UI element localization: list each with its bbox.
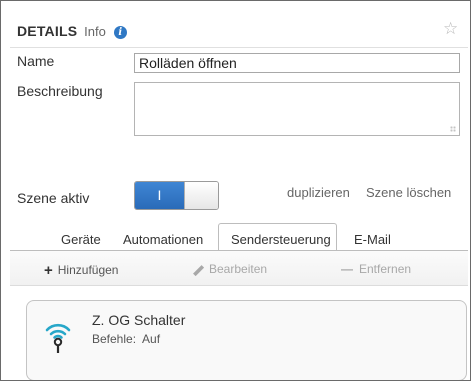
minus-icon: — (341, 262, 353, 276)
sender-card[interactable]: Z. OG Schalter Befehle: Auf (26, 300, 467, 380)
remove-button[interactable]: — Entfernen (341, 262, 411, 276)
add-button-label: Hinzufügen (57, 263, 119, 277)
title-info-text: Info (84, 24, 106, 39)
commands-value: Auf (142, 332, 161, 346)
commands-label: Befehle: (92, 332, 137, 346)
toggle-knob[interactable] (184, 182, 218, 209)
duplicate-link[interactable]: duplizieren (287, 185, 350, 200)
resize-grip-icon[interactable] (450, 126, 456, 132)
tab-email[interactable]: E-Mail (354, 232, 391, 247)
tab-sender-control-label: Sendersteuerung (231, 232, 331, 247)
description-label: Beschreibung (17, 83, 103, 99)
tab-devices[interactable]: Geräte (61, 232, 101, 247)
name-input[interactable] (134, 53, 460, 73)
scene-active-label: Szene aktiv (17, 190, 90, 206)
details-panel: DETAILS Info i ☆ Name Beschreibung Szene… (0, 0, 471, 381)
edit-button-label: Bearbeiten (209, 262, 268, 276)
info-icon[interactable]: i (113, 26, 127, 39)
toolbar: + Hinzufügen ▬ Bearbeiten — Entfernen (10, 251, 468, 286)
panel-title: DETAILS Info i (17, 23, 127, 39)
name-label: Name (17, 53, 55, 69)
tab-sender-control[interactable]: Sendersteuerung (218, 223, 337, 251)
pencil-icon: ▬ (187, 259, 207, 279)
description-textarea[interactable] (134, 82, 460, 136)
tab-automations[interactable]: Automationen (123, 232, 203, 247)
edit-button[interactable]: ▬ Bearbeiten (187, 259, 268, 279)
header-divider (10, 47, 468, 48)
scene-active-toggle[interactable]: I (134, 181, 219, 210)
favorite-star-icon[interactable]: ☆ (443, 19, 458, 39)
add-button[interactable]: + Hinzufügen (44, 262, 118, 279)
wireless-sender-icon (45, 323, 71, 353)
sender-name: Z. OG Schalter (92, 312, 186, 328)
remove-button-label: Entfernen (359, 262, 412, 276)
sender-commands: Befehle: Auf (92, 332, 160, 346)
toggle-on-indicator: I (135, 182, 184, 209)
plus-icon: + (44, 262, 53, 279)
delete-scene-link[interactable]: Szene löschen (366, 185, 451, 200)
title-text: DETAILS (17, 23, 78, 39)
